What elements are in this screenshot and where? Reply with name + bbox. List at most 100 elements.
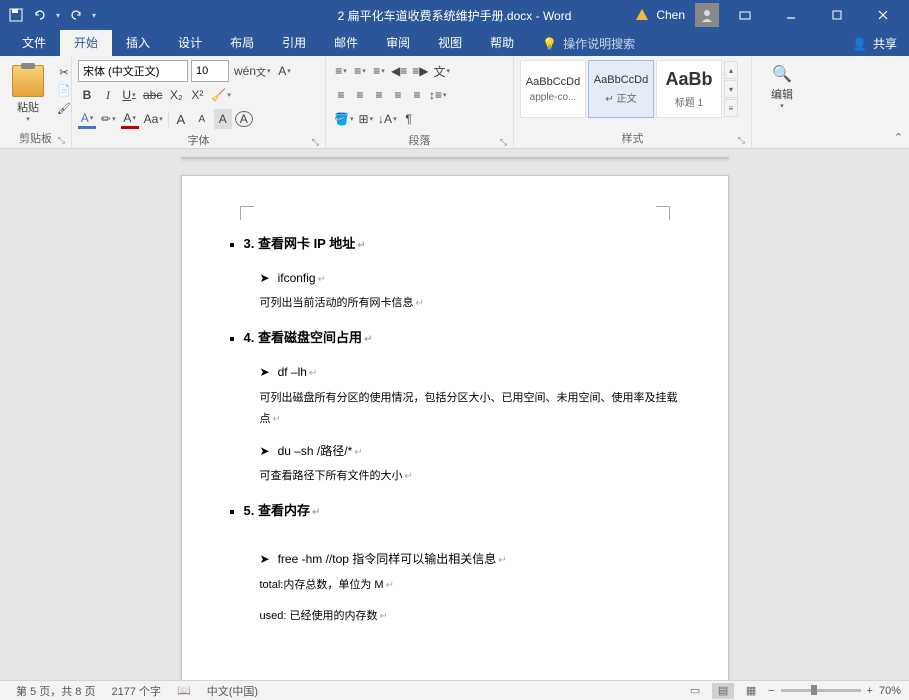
editing-dropdown-icon[interactable]: ▾ [780,102,784,110]
align-left-button[interactable]: ≡ [332,85,350,105]
save-icon[interactable] [8,7,24,23]
word-count[interactable]: 2177 个字 [103,683,169,699]
maximize-button[interactable] [817,0,857,30]
decrease-indent-button[interactable]: ◀≡ [389,61,409,81]
char-shading-button[interactable]: A [214,109,232,129]
style-name: 标题 1 [675,94,703,109]
tab-file[interactable]: 文件 [8,29,60,56]
bullets-button[interactable]: ≡ [332,61,350,81]
tab-layout[interactable]: 布局 [216,29,268,56]
align-right-button[interactable]: ≡ [370,85,388,105]
heading-5: 5. 查看内存 [230,499,680,524]
language-status[interactable]: 中文(中国) [199,683,266,699]
tab-home[interactable]: 开始 [60,29,112,56]
page-current[interactable]: 3. 查看网卡 IP 地址 ➤ifconfig 可列出当前活动的所有网卡信息 4… [181,175,729,682]
zoom-out-button[interactable]: − [768,685,774,697]
lightbulb-icon: 💡 [542,37,557,51]
find-button[interactable]: 🔍 编辑 ▾ [758,60,806,114]
tab-references[interactable]: 引用 [268,29,320,56]
asian-layout-button[interactable]: 文 [431,61,452,81]
font-color-button[interactable]: A [121,109,139,129]
font-size-select[interactable] [191,60,229,82]
paste-button[interactable]: 粘贴 ▾ [6,60,50,128]
highlight-color-button[interactable]: ✏ [99,109,118,129]
qat-customize-icon[interactable]: ▾ [92,11,96,20]
list-item: ➤free -hm //top 指令同样可以输出相关信息 [230,548,680,571]
char-border-icon[interactable]: A [276,61,294,81]
undo-dropdown-icon[interactable]: ▾ [56,11,60,20]
tab-view[interactable]: 视图 [424,29,476,56]
styles-expand-icon[interactable]: ≡ [724,99,738,117]
style-heading1[interactable]: AaBb 标题 1 [656,60,722,118]
underline-button[interactable]: U [120,85,138,105]
enclose-char-button[interactable]: A [235,111,253,127]
distribute-button[interactable]: ≡ [408,85,426,105]
change-case-button[interactable]: Aa [142,109,165,129]
heading-4: 4. 查看磁盘空间占用 [230,326,680,351]
superscript-button[interactable]: X² [188,85,206,105]
shrink-font-button[interactable]: A [193,109,211,129]
clipboard-group-label: 剪贴板 [6,128,65,146]
bold-button[interactable]: B [78,85,96,105]
shading-button[interactable]: 🪣 [332,109,355,129]
style-apple-co[interactable]: AaBbCcDd apple-co... [520,60,586,118]
web-layout-icon[interactable]: ▦ [740,683,762,699]
tab-design[interactable]: 设计 [164,29,216,56]
tab-insert[interactable]: 插入 [112,29,164,56]
line-spacing-button[interactable]: ↕≡ [427,85,449,105]
list-item: ➤df –lh [230,361,680,384]
tell-me-search[interactable]: 💡 操作说明搜索 [528,35,649,56]
clear-formatting-icon[interactable]: 🧹 [209,85,232,105]
paragraph-text: total:内存总数，单位为 M [230,575,680,596]
show-marks-button[interactable]: ¶ [400,109,418,129]
paragraph-text: 可列出磁盘所有分区的使用情况，包括分区大小、已用空间、未用空间、使用率及挂载点 [230,388,680,430]
style-preview: AaBbCcDd [594,74,648,86]
zoom-level[interactable]: 70% [879,685,901,697]
multilevel-list-button[interactable]: ≡ [370,61,388,81]
paste-dropdown-icon[interactable]: ▾ [26,115,30,123]
read-mode-icon[interactable]: ▭ [684,683,706,699]
page-count[interactable]: 第 5 页，共 8 页 [8,683,103,699]
redo-icon[interactable] [68,7,84,23]
ribbon-options-icon[interactable] [725,0,765,30]
strikethrough-button[interactable]: abc [141,85,164,105]
numbering-button[interactable]: ≡ [351,61,369,81]
text-effects-button[interactable]: A [78,109,96,129]
copy-icon[interactable]: 📄 [54,82,74,98]
italic-button[interactable]: I [99,85,117,105]
tab-mailings[interactable]: 邮件 [320,29,372,56]
undo-icon[interactable] [32,7,48,23]
user-name[interactable]: Chen [656,8,685,22]
format-painter-icon[interactable]: 🖌 [54,100,74,116]
close-button[interactable] [863,0,903,30]
tab-review[interactable]: 审阅 [372,29,424,56]
grow-font-button[interactable]: A [172,109,190,129]
page-prev-bottom[interactable] [181,157,729,159]
sort-button[interactable]: ↓A [376,109,399,129]
zoom-in-button[interactable]: + [867,685,873,697]
borders-button[interactable]: ⊞ [356,109,375,129]
minimize-button[interactable] [771,0,811,30]
font-name-select[interactable] [78,60,188,82]
zoom-slider[interactable] [781,689,861,692]
spell-check-icon[interactable]: 📖 [169,684,199,697]
tell-me-label: 操作说明搜索 [563,35,635,52]
print-layout-icon[interactable]: ▤ [712,683,734,699]
document-canvas[interactable]: 3. 查看网卡 IP 地址 ➤ifconfig 可列出当前活动的所有网卡信息 4… [0,149,909,682]
style-normal[interactable]: AaBbCcDd ↵ 正文 [588,60,654,118]
share-button[interactable]: 共享 [873,35,897,52]
styles-scroll-down-icon[interactable]: ▾ [724,80,738,98]
subscript-button[interactable]: X₂ [167,85,185,105]
increase-indent-button[interactable]: ≡▶ [410,61,430,81]
align-center-button[interactable]: ≡ [351,85,369,105]
cut-icon[interactable]: ✂ [54,64,74,80]
font-group-label: 字体 [78,130,319,148]
user-avatar-icon[interactable] [695,3,719,27]
justify-button[interactable]: ≡ [389,85,407,105]
collapse-ribbon-icon[interactable]: ⌃ [894,131,903,144]
paragraph-text: 可查看路径下所有文件的大小 [230,466,680,487]
phonetic-guide-icon[interactable]: wén文 [232,61,273,81]
styles-scroll-up-icon[interactable]: ▴ [724,61,738,79]
tab-help[interactable]: 帮助 [476,29,528,56]
share-icon[interactable]: 👤 [852,37,867,51]
